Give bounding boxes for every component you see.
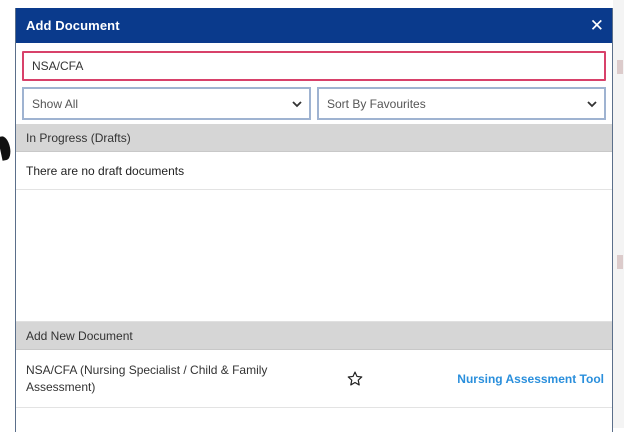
- document-list-item[interactable]: NSA/CFA (Nursing Specialist / Child & Fa…: [16, 350, 612, 408]
- background-mark: [617, 255, 623, 269]
- background-right: [613, 0, 624, 428]
- document-name: NSA/CFA (Nursing Specialist / Child & Fa…: [26, 363, 268, 394]
- filter-bar: Show All Sort By Favourites: [16, 85, 612, 124]
- search-input[interactable]: [22, 51, 606, 81]
- drafts-empty-message: There are no draft documents: [16, 152, 612, 190]
- chevron-down-icon: [292, 101, 302, 108]
- dialog-title: Add Document: [26, 18, 120, 33]
- sort-select[interactable]: Sort By Favourites: [317, 87, 606, 120]
- favourite-button[interactable]: [326, 370, 384, 388]
- close-button[interactable]: ✕: [590, 17, 604, 34]
- show-filter-value: Show All: [32, 96, 79, 111]
- add-document-dialog: Add Document ✕ Show All Sort By Favourit…: [15, 8, 613, 432]
- background-mark: [617, 60, 623, 74]
- show-filter-select[interactable]: Show All: [22, 87, 311, 120]
- sort-value: Sort By Favourites: [327, 96, 426, 111]
- drafts-section-header: In Progress (Drafts): [16, 124, 612, 152]
- chevron-down-icon: [587, 101, 597, 108]
- document-type-link[interactable]: Nursing Assessment Tool: [384, 372, 604, 386]
- drafts-list-area: [16, 190, 612, 322]
- dialog-titlebar: Add Document ✕: [16, 8, 612, 43]
- close-icon[interactable]: ✕: [590, 16, 604, 35]
- background-strip: [0, 0, 624, 6]
- star-outline-icon[interactable]: [346, 370, 364, 388]
- add-new-section-header: Add New Document: [16, 322, 612, 350]
- background-left: [0, 0, 14, 428]
- search-area: [16, 43, 612, 85]
